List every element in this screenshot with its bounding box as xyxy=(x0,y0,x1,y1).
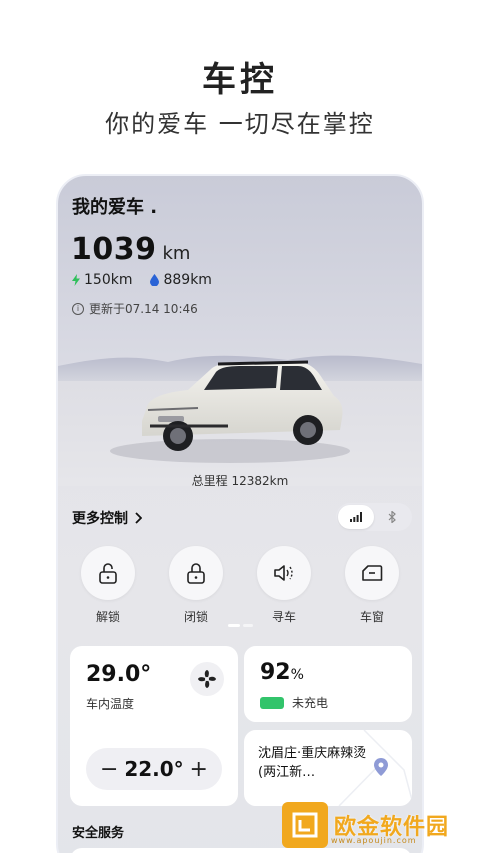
horn-icon xyxy=(274,565,293,581)
charging-status: 未充电 xyxy=(292,696,329,710)
window-icon xyxy=(362,565,383,581)
cellular-option[interactable] xyxy=(338,505,374,529)
increase-temp-button[interactable]: + xyxy=(190,757,208,782)
remaining-range: 1039 km xyxy=(71,232,190,267)
range-unit: km xyxy=(162,243,191,264)
quick-controls: 解锁 闭锁 寻车 车窗 xyxy=(76,546,404,625)
fuel-range: 889km xyxy=(150,272,212,288)
hero-title: 车控 xyxy=(202,60,278,100)
watermark-url: www.apoujin.com xyxy=(331,836,417,845)
fan-icon xyxy=(198,670,216,688)
battery-bar xyxy=(260,696,284,709)
interior-temperature-label: 车内温度 xyxy=(86,697,135,711)
hero-subtitle: 你的爱车 一切尽在掌控 xyxy=(105,110,375,138)
unlock-button[interactable]: 解锁 xyxy=(76,546,140,625)
electric-range: 150km xyxy=(72,272,132,288)
location-text: 沈眉庄·重庆麻辣烫(两江新… xyxy=(258,746,367,780)
connection-toggle[interactable] xyxy=(336,503,412,531)
find-car-button[interactable]: 寻车 xyxy=(252,546,316,625)
phone-screen: 我的爱车 . 1039 km 150km 889km i 更新于07.14 10… xyxy=(56,174,424,853)
battery-card[interactable]: 92% 未充电 xyxy=(244,646,412,722)
lock-button[interactable]: 闭锁 xyxy=(164,546,228,625)
chevron-right-icon xyxy=(135,512,142,524)
bluetooth-icon xyxy=(388,511,396,523)
window-button[interactable]: 车窗 xyxy=(340,546,404,625)
fuel-drop-icon xyxy=(150,274,160,286)
fan-button[interactable] xyxy=(190,662,224,696)
signal-icon xyxy=(350,512,362,522)
range-value: 1039 xyxy=(71,232,157,267)
range-breakdown: 150km 889km xyxy=(72,272,212,288)
watermark-logo xyxy=(282,802,328,848)
more-controls-link[interactable]: 更多控制 xyxy=(72,508,142,528)
lock-icon xyxy=(187,563,205,584)
safety-card[interactable] xyxy=(70,848,412,853)
car-image[interactable] xyxy=(58,326,422,486)
temperature-stepper: − 22.0° + xyxy=(86,748,222,790)
battery-percent: 92% xyxy=(260,660,304,685)
location-card[interactable]: 沈眉庄·重庆麻辣烫(两江新… xyxy=(244,730,412,806)
bluetooth-option[interactable] xyxy=(374,505,410,529)
info-icon: i xyxy=(72,302,84,315)
map-pin-icon xyxy=(374,758,388,776)
climate-card[interactable]: 29.0° 车内温度 − 22.0° + xyxy=(70,646,238,806)
interior-temperature: 29.0° xyxy=(86,662,152,687)
set-temperature: 22.0° xyxy=(124,757,184,781)
safety-service-title: 安全服务 xyxy=(72,826,125,841)
page-indicator xyxy=(228,624,253,627)
decrease-temp-button[interactable]: − xyxy=(100,757,118,782)
total-mileage: 总里程 12382km xyxy=(191,474,289,488)
update-time: i 更新于07.14 10:46 xyxy=(72,300,198,317)
my-car-title: 我的爱车 . xyxy=(72,197,158,218)
lightning-icon xyxy=(72,274,80,286)
unlock-icon xyxy=(99,563,117,584)
